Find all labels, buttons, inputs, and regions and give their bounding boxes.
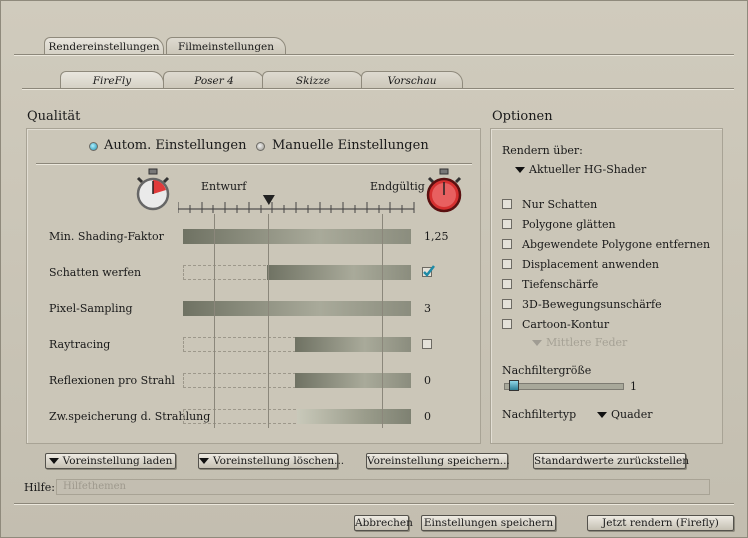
- quality-row-label: Raytracing: [49, 338, 111, 351]
- scale-ticks: [178, 202, 415, 213]
- cast-shadows-checkbox[interactable]: [422, 265, 435, 277]
- option-checkbox-label: Tiefenschärfe: [522, 278, 599, 291]
- render-via-value: Aktueller HG-Shader: [529, 163, 647, 176]
- option-checkbox[interactable]: [502, 299, 512, 309]
- quality-row-slider-fill: [294, 373, 411, 388]
- quality-row-slider-fill: [183, 229, 411, 244]
- quality-panel: [26, 128, 481, 444]
- raytracing-checkbox[interactable]: [422, 339, 432, 349]
- filter-size-slider-thumb[interactable]: [509, 380, 519, 391]
- quality-scale[interactable]: [178, 192, 418, 214]
- option-checkbox-label: Cartoon-Kontur: [522, 318, 610, 331]
- quality-row-value: 0: [424, 410, 431, 423]
- dropdown-arrow-icon: [48, 458, 59, 464]
- option-checkbox[interactable]: [502, 259, 512, 269]
- subtab-label: FireFly: [92, 75, 132, 87]
- quality-row-slider-fill: [294, 337, 411, 352]
- load-preset-button[interactable]: Voreinstellung laden: [45, 453, 176, 469]
- manual-settings-radio[interactable]: [256, 142, 265, 151]
- filter-size-value: 1: [630, 380, 637, 393]
- quality-row-slider-fill: [267, 265, 411, 280]
- quality-row-label: Schatten werfen: [49, 266, 142, 279]
- dropdown-arrow-icon: [515, 167, 525, 173]
- quality-slider-thumb[interactable]: [262, 195, 275, 205]
- render-now-button[interactable]: Jetzt rendern (Firefly): [587, 515, 734, 531]
- cancel-button[interactable]: Abbrechen: [354, 515, 413, 531]
- dropdown-arrow-icon: [199, 458, 209, 464]
- filter-type-dropdown[interactable]: Quader: [597, 408, 652, 421]
- tabs-divider: [14, 54, 734, 56]
- filter-type-value: Quader: [611, 408, 653, 421]
- tab-label: Rendereinstellungen: [48, 41, 160, 53]
- filter-type-label: Nachfiltertyp: [502, 408, 577, 421]
- help-label: Hilfe:: [24, 481, 55, 494]
- cartoon-style-dropdown[interactable]: Mittlere Feder: [532, 336, 627, 349]
- subtab-label: Skizze: [295, 75, 331, 87]
- subtab-label: Vorschau: [387, 75, 437, 87]
- scale-guide-line: [214, 214, 215, 428]
- checkmark-icon: [423, 265, 435, 277]
- scale-guide-line: [268, 214, 269, 428]
- subtab-firefly[interactable]: FireFly: [60, 71, 164, 89]
- button-label: Einstellungen speichern: [423, 517, 554, 529]
- footer-divider: [14, 503, 734, 505]
- quality-row-value: 1,25: [424, 230, 449, 243]
- button-label: Standardwerte zurückstellen: [534, 455, 689, 467]
- button-label: Voreinstellung speichern...: [367, 455, 510, 467]
- tab-movie-settings[interactable]: Filmeinstellungen: [166, 37, 286, 55]
- quality-title: Qualität: [27, 109, 81, 124]
- tab-render-settings[interactable]: Rendereinstellungen: [44, 37, 164, 55]
- quality-row-value: 3: [424, 302, 431, 315]
- option-checkbox-label: Abgewendete Polygone entfernen: [522, 238, 711, 251]
- dropdown-arrow-icon: [597, 412, 607, 418]
- tab-label: Filmeinstellungen: [177, 41, 275, 53]
- render-via-dropdown[interactable]: Aktueller HG-Shader: [515, 163, 646, 176]
- option-checkbox-label: Nur Schatten: [522, 198, 598, 211]
- restore-defaults-button[interactable]: Standardwerte zurückstellen: [533, 453, 689, 469]
- quality-row-value: 0: [424, 374, 431, 387]
- option-checkbox[interactable]: [502, 239, 512, 249]
- cartoon-style-value: Mittlere Feder: [546, 336, 628, 349]
- quality-divider: [36, 163, 472, 165]
- quality-row-slider-fill: [297, 409, 411, 424]
- save-settings-button[interactable]: Einstellungen speichern: [421, 515, 556, 531]
- auto-settings-label: Autom. Einstellungen: [104, 138, 247, 153]
- subtab-sketch[interactable]: Skizze: [262, 71, 364, 89]
- subtabs-divider: [22, 88, 734, 90]
- filter-size-slider-track[interactable]: [504, 383, 624, 390]
- subtab-label: Poser 4: [194, 75, 234, 87]
- option-checkbox[interactable]: [502, 199, 512, 209]
- scale-guide-line: [382, 214, 383, 428]
- options-title: Optionen: [492, 109, 553, 124]
- option-checkbox-label: 3D-Bewegungsunschärfe: [522, 298, 662, 311]
- subtab-poser4[interactable]: Poser 4: [163, 71, 265, 89]
- quality-row-label: Min. Shading-Faktor: [49, 230, 164, 243]
- subtab-preview[interactable]: Vorschau: [361, 71, 463, 89]
- delete-preset-button[interactable]: Voreinstellung löschen...: [198, 453, 344, 469]
- help-text-box: Hilfethemen: [56, 479, 710, 495]
- render-via-label: Rendern über:: [502, 144, 583, 157]
- option-checkbox[interactable]: [502, 319, 512, 329]
- button-label: Voreinstellung laden: [62, 455, 173, 467]
- manual-settings-label: Manuelle Einstellungen: [272, 138, 429, 153]
- option-checkbox[interactable]: [502, 219, 512, 229]
- button-label: Jetzt rendern (Firefly): [602, 517, 719, 529]
- dropdown-arrow-icon: [532, 340, 542, 346]
- quality-row-label: Reflexionen pro Strahl: [49, 374, 175, 387]
- stopwatch-final-icon: [426, 168, 462, 213]
- option-checkbox[interactable]: [502, 279, 512, 289]
- quality-row-slider-fill: [183, 301, 411, 316]
- button-label: Voreinstellung löschen...: [213, 455, 345, 467]
- option-checkbox-label: Polygone glätten: [522, 218, 616, 231]
- option-checkbox-label: Displacement anwenden: [522, 258, 660, 271]
- button-label: Abbrechen: [355, 517, 413, 529]
- stopwatch-draft-icon: [136, 168, 170, 211]
- filter-size-label: Nachfiltergröße: [502, 364, 592, 377]
- save-preset-button[interactable]: Voreinstellung speichern...: [366, 453, 510, 469]
- quality-row-label: Pixel-Sampling: [49, 302, 133, 315]
- auto-settings-radio[interactable]: [89, 142, 98, 151]
